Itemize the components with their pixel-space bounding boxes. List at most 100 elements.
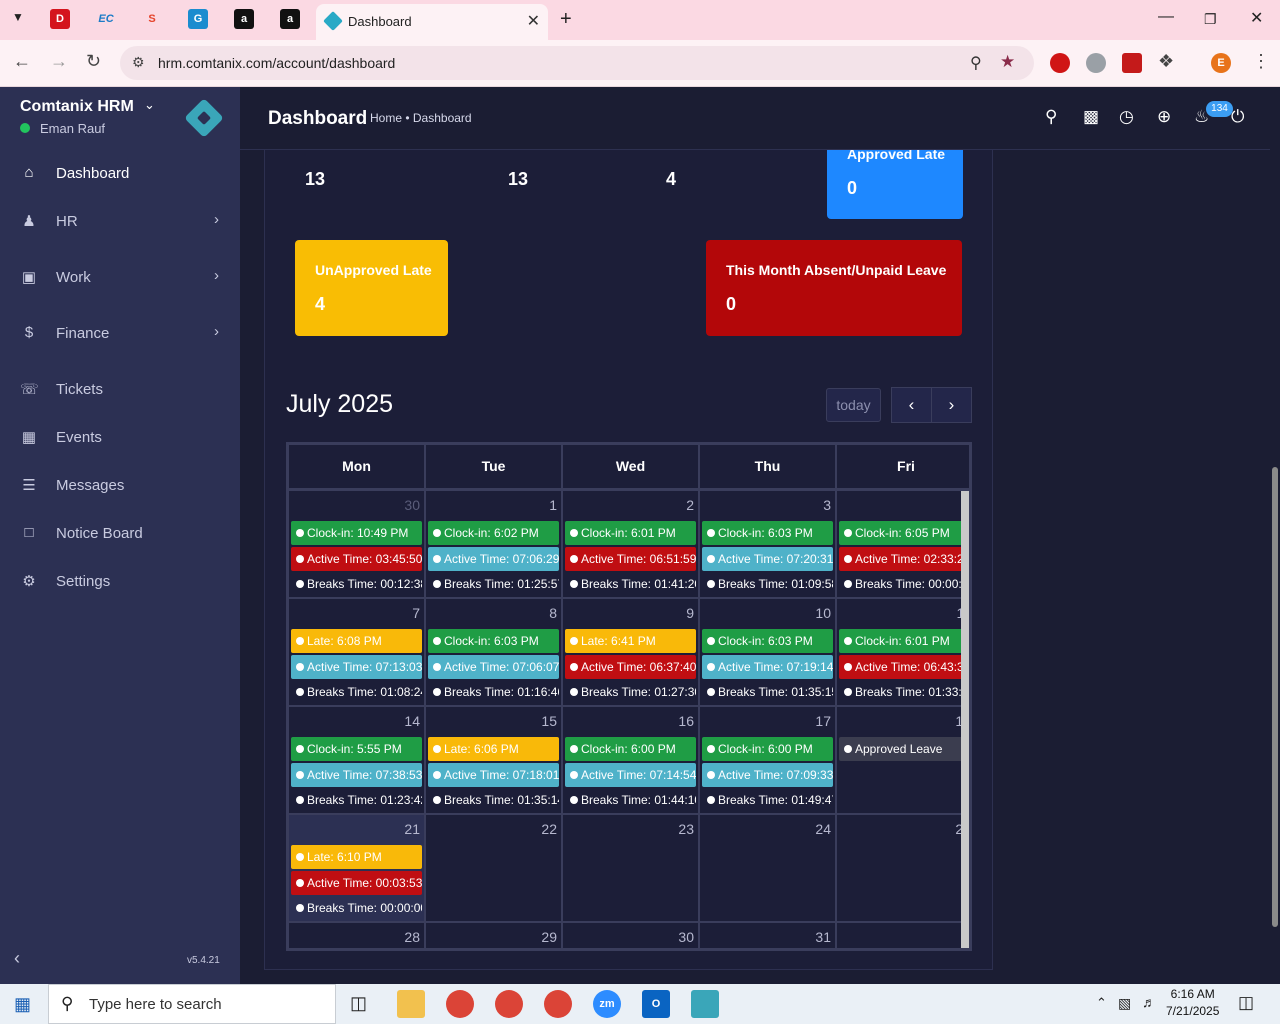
today-button[interactable]: today — [826, 388, 881, 422]
site-info-icon[interactable]: ⚙ — [132, 54, 145, 71]
sidebar-item-hr[interactable]: ♟ HR › — [0, 200, 240, 244]
extension-icon[interactable] — [1050, 53, 1070, 73]
day-number[interactable]: 23 — [678, 821, 694, 837]
clock-icon[interactable]: ◷ — [1119, 107, 1134, 127]
day-number[interactable]: 7 — [412, 605, 420, 621]
calendar-day-cell[interactable]: 25 — [837, 815, 969, 923]
notification-center-icon[interactable]: ◫ — [1238, 993, 1254, 1013]
calendar-event[interactable]: Breaks Time: 01:16:46 — [428, 680, 559, 704]
calendar-day-cell[interactable]: 30 Clock-in: 10:49 PM Active Time: 03:45:5… — [289, 491, 426, 599]
outlook-icon[interactable]: O — [642, 990, 670, 1018]
calendar-day-cell[interactable]: 4Clock-in: 6:05 PMActive Time: 02:33:2Br… — [837, 491, 969, 599]
calendar-day-cell[interactable]: 21 Late: 6:10 PM Active Time: 00:03:53 Brea… — [289, 815, 426, 923]
zoom-icon[interactable]: zm — [593, 990, 621, 1018]
pdf-extension-icon[interactable] — [1122, 53, 1142, 73]
calendar-event[interactable]: Breaks Time: 01:09:58 — [702, 572, 833, 596]
sidebar-item-tickets[interactable]: ☏ Tickets — [0, 368, 240, 412]
calendar-event[interactable]: Active Time: 02:33:2 — [839, 546, 969, 571]
day-number[interactable]: 3 — [823, 497, 831, 513]
unapproved-late-card[interactable]: UnApproved Late 4 — [295, 240, 448, 336]
sidebar-item-work[interactable]: ▣ Work › — [0, 256, 240, 300]
calendar-day-cell[interactable]: 22 — [426, 815, 563, 923]
sidebar-item-notice-board[interactable]: □ Notice Board — [0, 512, 240, 556]
volume-icon[interactable]: ♬ — [1142, 994, 1156, 1010]
hrm-app-icon[interactable] — [691, 990, 719, 1018]
power-icon[interactable]: ⏻ — [1231, 107, 1244, 127]
calendar-event[interactable]: Active Time: 07:20:31 — [702, 546, 833, 571]
calendar-event[interactable]: Active Time: 07:19:14 — [702, 654, 833, 679]
calendar-scrollbar[interactable] — [961, 491, 969, 948]
calendar-event[interactable]: Active Time: 07:06:29 — [428, 546, 559, 571]
calendar-event[interactable]: Breaks Time: 00:12:38 — [291, 572, 422, 596]
calendar-event[interactable]: Active Time: 07:14:54 — [565, 762, 696, 787]
calendar-event[interactable]: Active Time: 07:13:03 — [291, 654, 422, 679]
extensions-puzzle-icon[interactable]: ❖ — [1158, 51, 1174, 72]
approved-late-card[interactable]: Approved Late 0 — [827, 150, 963, 219]
day-number[interactable]: 30 — [404, 497, 420, 513]
sidebar-item-settings[interactable]: ⚙ Settings — [0, 560, 240, 604]
calendar-event[interactable]: Clock-in: 6:05 PM — [839, 521, 969, 545]
sidebar-item-dashboard[interactable]: ⌂ Dashboard — [0, 152, 240, 196]
back-icon[interactable]: ← — [13, 51, 31, 72]
page-scrollbar[interactable] — [1270, 87, 1280, 984]
sidebar-item-finance[interactable]: $ Finance › — [0, 312, 240, 356]
calendar-day-cell[interactable]: 28 — [289, 923, 426, 948]
absent-card[interactable]: This Month Absent/Unpaid Leave 0 — [706, 240, 962, 336]
url-field[interactable]: ⚙ hrm.comtanix.com/account/dashboard ⚲ ★ — [120, 46, 1034, 80]
next-month-button[interactable]: › — [931, 387, 972, 423]
calendar-event[interactable]: Active Time: 06:43:3 — [839, 654, 969, 679]
restore-button[interactable]: ❐ — [1204, 11, 1217, 28]
calendar-day-cell[interactable]: 1 Clock-in: 6:02 PM Active Time: 07:06:29 B… — [426, 491, 563, 599]
calendar-event[interactable]: Breaks Time: 00:00:0 — [839, 572, 969, 596]
calendar-event[interactable]: Active Time: 07:18:01 — [428, 762, 559, 787]
browser-menu-icon[interactable]: ⋮ — [1252, 51, 1270, 72]
calendar-event[interactable]: Breaks Time: 01:33:0 — [839, 680, 969, 704]
calendar-event[interactable]: Breaks Time: 01:08:24 — [291, 680, 422, 704]
calendar-event[interactable]: Clock-in: 6:02 PM — [428, 521, 559, 545]
tab-search-icon[interactable]: ▼ — [12, 10, 24, 24]
tray-chevron-icon[interactable]: ⌃ — [1096, 995, 1107, 1011]
calendar-day-cell[interactable]: 3 Clock-in: 6:03 PM Active Time: 07:20:31 B… — [700, 491, 837, 599]
chrome-icon[interactable] — [446, 990, 474, 1018]
globe-extension-icon[interactable] — [1086, 53, 1106, 73]
amazon-tab-icon[interactable]: a — [234, 9, 254, 29]
calendar-event[interactable]: Breaks Time: 01:35:14 — [428, 788, 559, 812]
calendar-day-cell[interactable]: 15 Late: 6:06 PM Active Time: 07:18:01 Brea… — [426, 707, 563, 815]
calendar-event[interactable]: Clock-in: 6:03 PM — [702, 629, 833, 653]
add-circle-icon[interactable]: ⊕ — [1157, 107, 1171, 127]
calendar-event[interactable]: Clock-in: 5:55 PM — [291, 737, 422, 761]
day-number[interactable]: 29 — [541, 929, 557, 945]
active-tab[interactable]: Dashboard ✕ — [316, 4, 548, 40]
calendar-day-cell[interactable]: 29 — [426, 923, 563, 948]
pinned-tab-icon[interactable]: D — [50, 9, 70, 29]
calendar-event[interactable]: Active Time: 03:45:50 — [291, 546, 422, 571]
sidebar-item-messages[interactable]: ☰ Messages — [0, 464, 240, 508]
sidebar-item-events[interactable]: ▦ Events — [0, 416, 240, 460]
day-number[interactable]: 10 — [815, 605, 831, 621]
calendar-event[interactable]: Breaks Time: 01:49:47 — [702, 788, 833, 812]
calendar-event[interactable]: Clock-in: 6:01 PM — [839, 629, 969, 653]
day-number[interactable]: 8 — [549, 605, 557, 621]
calendar-day-cell[interactable]: 14 Clock-in: 5:55 PM Active Time: 07:38:53… — [289, 707, 426, 815]
calendar-day-cell[interactable]: 10 Clock-in: 6:03 PM Active Time: 07:19:14… — [700, 599, 837, 707]
calendar-day-cell[interactable]: 9 Late: 6:41 PM Active Time: 06:37:40 Break… — [563, 599, 700, 707]
calendar-event[interactable]: Late: 6:41 PM — [565, 629, 696, 653]
calendar-day-cell[interactable]: 16 Clock-in: 6:00 PM Active Time: 07:14:54… — [563, 707, 700, 815]
network-icon[interactable]: ▧ — [1118, 995, 1131, 1012]
tab-close-icon[interactable]: ✕ — [527, 11, 540, 31]
calendar-event[interactable]: Late: 6:06 PM — [428, 737, 559, 761]
day-number[interactable]: 24 — [815, 821, 831, 837]
calendar-event[interactable]: Breaks Time: 01:41:20 — [565, 572, 696, 596]
taskbar-clock[interactable]: 6:16 AM 7/21/2025 — [1166, 987, 1219, 1018]
day-number[interactable]: 28 — [404, 929, 420, 945]
calendar-day-cell[interactable]: 7 Late: 6:08 PM Active Time: 07:13:03 Break… — [289, 599, 426, 707]
reload-icon[interactable]: ↻ — [86, 51, 101, 72]
profile-avatar[interactable]: E — [1211, 53, 1231, 73]
calendar-event[interactable]: Breaks Time: 01:23:42 — [291, 788, 422, 812]
day-number[interactable]: 17 — [815, 713, 831, 729]
bookmark-star-icon[interactable]: ★ — [1000, 52, 1015, 72]
calendar-day-cell[interactable]: 23 — [563, 815, 700, 923]
calendar-day-cell[interactable]: 8 Clock-in: 6:03 PM Active Time: 07:06:07 B… — [426, 599, 563, 707]
prev-month-button[interactable]: ‹ — [891, 387, 932, 423]
calendar-event[interactable]: Active Time: 07:38:53 — [291, 762, 422, 787]
